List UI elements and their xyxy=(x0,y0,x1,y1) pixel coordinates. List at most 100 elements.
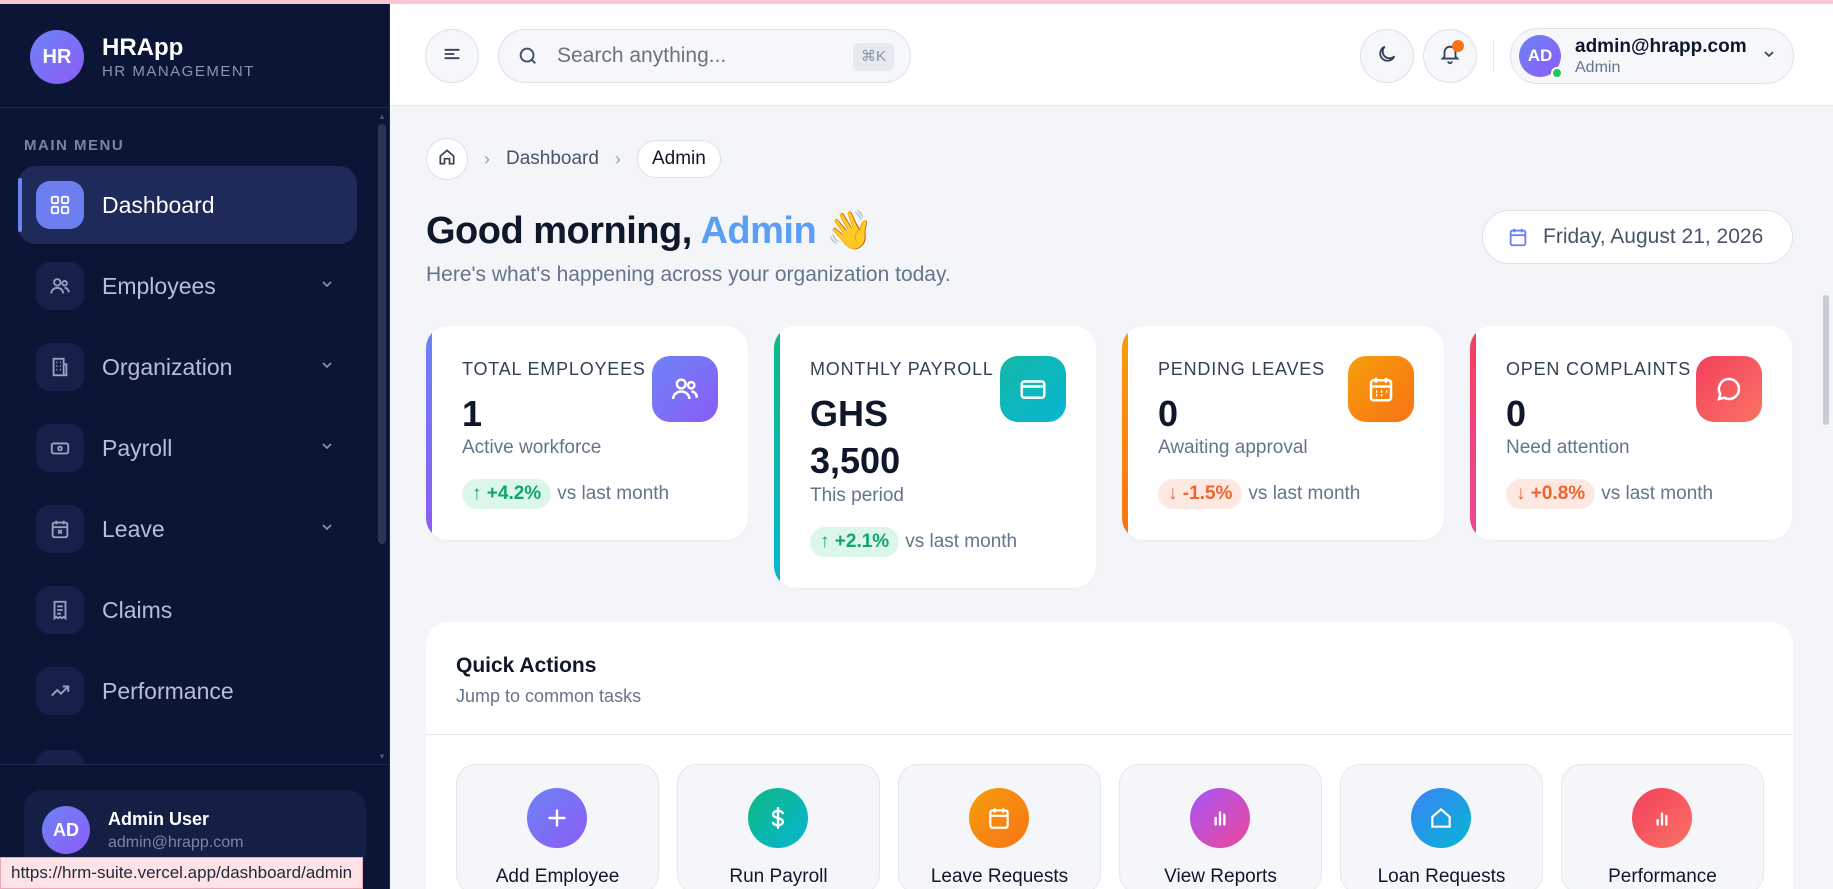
sidebar-item-label: Organization xyxy=(102,353,233,380)
stat-label: PENDING LEAVES xyxy=(1158,359,1325,379)
breadcrumb: › Dashboard › Admin xyxy=(426,138,721,180)
stat-value: 1 xyxy=(462,393,483,434)
menu-icon xyxy=(442,44,462,69)
quick-action-view-reports[interactable]: View Reports xyxy=(1119,764,1322,889)
greeting-name: Admin xyxy=(700,210,817,252)
user-name: Admin User xyxy=(108,808,210,829)
receipt-icon xyxy=(36,586,84,634)
message-circle-icon xyxy=(1696,356,1762,422)
quick-action-label: Add Employee xyxy=(495,866,620,887)
home-icon xyxy=(1411,788,1471,848)
home-icon xyxy=(437,147,457,172)
stat-card-total-employees[interactable]: TOTAL EMPLOYEES 1 Active workforce ↑ +4.… xyxy=(426,326,748,540)
keyboard-shortcut-hint: ⌘K xyxy=(852,43,894,71)
profile-role: Admin xyxy=(1575,58,1621,76)
sidebar-divider xyxy=(0,764,390,765)
dollar-icon xyxy=(748,788,808,848)
stat-label: MONTHLY PAYROLL xyxy=(810,359,994,379)
menu-section-label: MAIN MENU xyxy=(24,137,125,154)
wave-emoji: 👋 xyxy=(826,210,874,252)
quick-action-performance[interactable]: Performance xyxy=(1561,764,1764,889)
building-icon xyxy=(36,343,84,391)
quick-action-label: Performance xyxy=(1608,866,1717,887)
breadcrumb-current: Admin xyxy=(636,140,721,178)
stat-caption: This period xyxy=(810,485,904,506)
user-email: admin@hrapp.com xyxy=(108,833,244,851)
stat-label: OPEN COMPLAINTS xyxy=(1506,359,1692,379)
breadcrumb-link[interactable]: Dashboard xyxy=(506,148,599,170)
sidebar-item-label: Leave xyxy=(102,515,165,542)
credit-card-icon xyxy=(1000,356,1066,422)
sidebar: HR HRApp HR MANAGEMENT MAIN MENU ▲ ▼ Das… xyxy=(0,4,390,889)
status-bar-url: https://hrm-suite.vercel.app/dashboard/a… xyxy=(0,857,364,889)
brand-logo: HR xyxy=(30,30,84,84)
chevron-down-icon xyxy=(319,357,335,378)
sidebar-item-label: Employees xyxy=(102,272,216,299)
chevron-down-icon xyxy=(319,276,335,297)
trend-badge: ↓ -1.5% xyxy=(1158,479,1243,509)
chevron-down-icon xyxy=(319,519,335,540)
scroll-down-arrow[interactable]: ▼ xyxy=(378,752,386,761)
top-header: ⌘K AD admin@hrapp.com Admin xyxy=(390,4,1833,106)
sidebar-item-payroll[interactable]: Payroll xyxy=(18,409,357,487)
quick-action-loan-requests[interactable]: Loan Requests xyxy=(1340,764,1543,889)
sidebar-scrollbar[interactable] xyxy=(378,124,386,544)
stat-caption: Active workforce xyxy=(462,437,602,458)
sidebar-item-organization[interactable]: Organization xyxy=(18,328,357,406)
breadcrumb-home[interactable] xyxy=(426,138,468,180)
stat-card-monthly-payroll[interactable]: MONTHLY PAYROLL GHS 3,500 This period ↑ … xyxy=(774,326,1096,588)
card-accent-bar xyxy=(774,326,780,588)
profile-menu[interactable]: AD admin@hrapp.com Admin xyxy=(1510,28,1794,84)
chevron-down-icon xyxy=(1761,46,1777,67)
calendar-icon xyxy=(1507,226,1529,248)
stat-value: GHS 3,500 xyxy=(810,393,901,481)
chevron-down-icon xyxy=(319,438,335,459)
sidebar-item-employees[interactable]: Employees xyxy=(18,247,357,325)
sidebar-toggle-button[interactable] xyxy=(425,29,479,83)
search-box[interactable]: ⌘K xyxy=(498,29,911,83)
page-scrollbar[interactable] xyxy=(1823,295,1829,425)
page-subtitle: Here's what's happening across your orga… xyxy=(426,263,951,286)
plus-icon xyxy=(527,788,587,848)
quick-action-run-payroll[interactable]: Run Payroll xyxy=(677,764,880,889)
avatar: AD xyxy=(1519,35,1563,79)
current-date: Friday, August 21, 2026 xyxy=(1543,225,1764,248)
bar-chart-icon xyxy=(1190,788,1250,848)
sidebar-item-performance[interactable]: Performance xyxy=(18,652,357,730)
calendar-icon xyxy=(36,505,84,553)
brand-subtitle: HR MANAGEMENT xyxy=(102,62,255,80)
sidebar-item-label: Payroll xyxy=(102,434,173,461)
theme-toggle-button[interactable] xyxy=(1360,29,1414,83)
sidebar-item-partial xyxy=(36,750,84,764)
trend-badge: ↑ +4.2% xyxy=(462,479,552,509)
sidebar-item-label: Dashboard xyxy=(102,191,215,218)
page-title: Good morning, Admin 👋 xyxy=(426,210,874,252)
notifications-button[interactable] xyxy=(1423,29,1477,83)
scroll-up-arrow[interactable]: ▲ xyxy=(378,112,386,121)
grid-icon xyxy=(36,181,84,229)
users-icon xyxy=(36,262,84,310)
header-divider xyxy=(1493,41,1494,71)
stat-caption: Need attention xyxy=(1506,437,1630,458)
stat-caption: Awaiting approval xyxy=(1158,437,1308,458)
sidebar-item-label: Performance xyxy=(102,677,234,704)
sidebar-item-claims[interactable]: Claims xyxy=(18,571,357,649)
date-display[interactable]: Friday, August 21, 2026 xyxy=(1482,210,1793,264)
sidebar-item-label: Claims xyxy=(102,596,173,623)
quick-action-leave-requests[interactable]: Leave Requests xyxy=(898,764,1101,889)
quick-action-add-employee[interactable]: Add Employee xyxy=(456,764,659,889)
quick-action-label: Loan Requests xyxy=(1377,866,1506,887)
calendar-icon xyxy=(969,788,1029,848)
sidebar-item-dashboard[interactable]: Dashboard xyxy=(18,166,357,244)
moon-icon xyxy=(1376,43,1398,70)
section-title: Quick Actions xyxy=(456,654,597,677)
section-divider xyxy=(426,734,1793,735)
brand[interactable]: HR HRApp HR MANAGEMENT xyxy=(30,30,255,84)
stat-card-open-complaints[interactable]: OPEN COMPLAINTS 0 Need attention ↓ +0.8%… xyxy=(1470,326,1792,540)
sidebar-item-leave[interactable]: Leave xyxy=(18,490,357,568)
search-input[interactable] xyxy=(557,44,827,68)
avatar: AD xyxy=(42,806,90,854)
stat-trend: ↑ +2.1% vs last month xyxy=(810,527,1017,557)
sidebar-divider xyxy=(0,107,390,108)
stat-card-pending-leaves[interactable]: PENDING LEAVES 0 Awaiting approval ↓ -1.… xyxy=(1122,326,1444,540)
